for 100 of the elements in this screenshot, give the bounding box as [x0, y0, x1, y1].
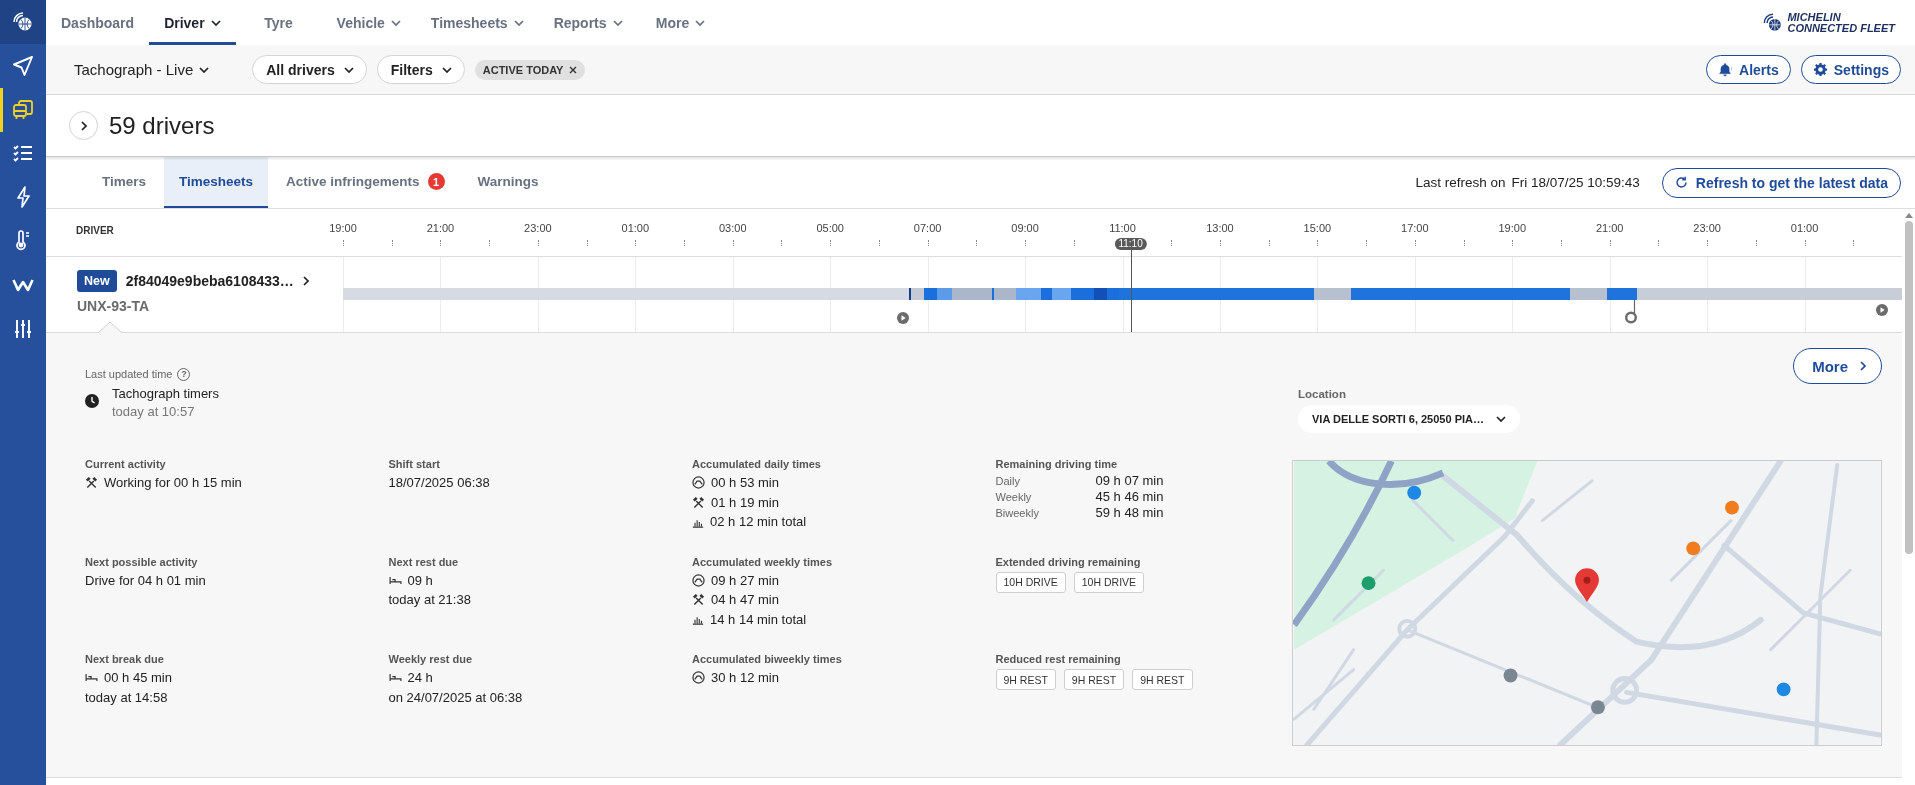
- hour-label: 13:00: [1206, 222, 1234, 234]
- location-dropdown[interactable]: VIA DELLE SORTI 6, 25050 PIA…: [1298, 405, 1520, 433]
- hour-label: 21:00: [1595, 222, 1624, 234]
- detail-value: 09 h 27 min: [711, 571, 779, 590]
- scroll-up-arrow-icon[interactable]: [1905, 213, 1913, 218]
- section-title: Accumulated weekly times: [692, 554, 833, 569]
- new-badge: New: [77, 270, 117, 292]
- filter-chip[interactable]: ACTIVE TODAY: [474, 59, 586, 80]
- section-title: Weekly rest due: [388, 652, 474, 666]
- settings-button[interactable]: Settings: [1800, 55, 1901, 84]
- map-poi-marker-icon[interactable]: [1725, 500, 1739, 515]
- checklist-icon: [13, 144, 33, 163]
- nav-tab[interactable]: Vehicle: [321, 0, 416, 45]
- tab[interactable]: Warnings: [462, 157, 554, 208]
- sliders-icon: [14, 319, 32, 338]
- section-title: Next possible activity: [85, 554, 199, 569]
- filter-dropdown[interactable]: All drivers: [252, 55, 367, 84]
- map-poi-marker-icon[interactable]: [1361, 576, 1376, 591]
- nav-tab[interactable]: Dashboard: [46, 0, 150, 45]
- allowance-tag: 9H REST: [1063, 669, 1125, 690]
- allowance-tag: 10H DRIVE: [995, 571, 1066, 593]
- more-button[interactable]: More: [1793, 348, 1882, 384]
- detail-value: today at 21:38: [388, 591, 471, 609]
- location-label: Location: [1298, 387, 1346, 401]
- section-title: Accumulated biweekly times: [692, 652, 843, 666]
- hour-label: 11:00: [1109, 222, 1136, 234]
- nav-tab[interactable]: Reports: [538, 0, 638, 45]
- bed-icon: [388, 575, 402, 585]
- page-title: 59 drivers: [109, 111, 215, 140]
- detail-value: 00 h 45 min: [104, 669, 172, 687]
- view-dropdown[interactable]: Tachograph - Live: [74, 61, 210, 78]
- caret-icon: [199, 66, 210, 73]
- hour-label: 23:00: [1693, 222, 1721, 234]
- hour-label: 09:00: [1011, 222, 1039, 234]
- tab[interactable]: Timers: [87, 157, 162, 208]
- hour-label: 19:00: [1498, 222, 1526, 234]
- alerts-button[interactable]: Alerts: [1706, 55, 1791, 84]
- end-marker-icon: [1625, 300, 1640, 324]
- hour-label: 01:00: [621, 222, 650, 234]
- bus-icon: [13, 99, 33, 120]
- caret-icon: [343, 66, 354, 73]
- detail-value: 00 h 53 min: [711, 474, 779, 492]
- detail-value: 59 h 48 min: [1095, 505, 1165, 521]
- play-icon[interactable]: [1876, 304, 1889, 316]
- crossed-hammers-icon: [692, 495, 705, 509]
- vehicle-plate: UNX-93-TA: [77, 298, 151, 314]
- map-poi-marker-icon[interactable]: [1503, 668, 1518, 683]
- nav-tab[interactable]: More: [637, 0, 724, 45]
- period-label: Daily: [995, 474, 1021, 489]
- zigzag-icon: [12, 277, 34, 292]
- play-icon[interactable]: [896, 312, 909, 324]
- section-title: Current activity: [85, 457, 167, 471]
- filter-dropdown[interactable]: Filters: [376, 55, 465, 84]
- caret-icon: [441, 66, 452, 73]
- hour-label: 19:00: [329, 222, 357, 234]
- detail-value: Drive for 04 h 01 min: [85, 571, 206, 590]
- tab[interactable]: Timesheets: [164, 157, 269, 208]
- nav-tab[interactable]: Timesheets: [415, 0, 539, 45]
- section-title: Next rest due: [388, 554, 460, 569]
- lightning-icon: [16, 186, 30, 209]
- timer-source: Tachograph timers: [112, 385, 219, 403]
- count-badge: 1: [427, 173, 445, 190]
- hour-label: 15:00: [1303, 222, 1332, 234]
- brand-name: MICHELIN CONNECTED FLEET: [1787, 11, 1895, 34]
- thermometer-icon: [16, 230, 30, 253]
- expand-button[interactable]: [69, 111, 98, 140]
- chevron-right-icon: [80, 120, 87, 131]
- caret-icon: [1496, 416, 1506, 422]
- detail-value: on 24/07/2025 at 06:38: [388, 688, 523, 707]
- settings-icon: [1812, 62, 1828, 77]
- detail-value: 04 h 47 min: [711, 591, 779, 609]
- section-title: Next break due: [85, 652, 165, 666]
- last-refresh-label: Last refresh on: [1415, 175, 1506, 190]
- refresh-button[interactable]: Refresh to get the latest data: [1661, 167, 1901, 198]
- map-poi-marker-icon[interactable]: [1407, 485, 1422, 500]
- allowance-tag: 10H DRIVE: [1073, 571, 1145, 593]
- close-icon[interactable]: [569, 65, 578, 74]
- clock-icon: [85, 394, 99, 408]
- hour-label: 23:00: [524, 222, 552, 234]
- bed-icon: [85, 673, 98, 683]
- map-poi-marker-icon[interactable]: [1590, 700, 1605, 715]
- section-title: Remaining driving time: [995, 457, 1119, 471]
- detail-value: 18/07/2025 06:38: [388, 474, 490, 492]
- hour-label: 03:00: [719, 222, 747, 234]
- chevron-right-icon: [1860, 361, 1866, 371]
- hour-label: 17:00: [1401, 222, 1429, 234]
- scrollbar-thumb[interactable]: [1905, 221, 1913, 554]
- detail-value: today at 14:58: [85, 688, 168, 707]
- app-logo-icon[interactable]: [0, 0, 46, 44]
- map-poi-marker-icon[interactable]: [1776, 682, 1791, 697]
- hour-label: 21:00: [426, 222, 455, 234]
- map-poi-marker-icon[interactable]: [1686, 541, 1701, 556]
- section-title: Accumulated daily times: [692, 457, 822, 471]
- hour-label: 07:00: [913, 222, 942, 234]
- tab[interactable]: Active infringements 1: [271, 157, 460, 208]
- period-label: Biweekly: [995, 506, 1040, 521]
- nav-tab[interactable]: Tyre: [235, 0, 322, 45]
- detail-value: 14 h 14 min total: [710, 610, 807, 629]
- detail-value: 09 h 07 min: [1095, 473, 1165, 489]
- driver-id[interactable]: 2f84049e9beba6108433…: [125, 273, 294, 289]
